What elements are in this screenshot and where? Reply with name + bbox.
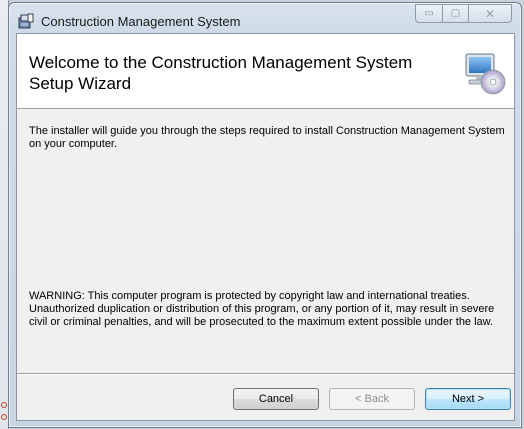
next-button[interactable]: Next >	[425, 388, 511, 410]
cancel-button[interactable]: Cancel	[233, 388, 319, 410]
installer-app-icon	[18, 13, 34, 29]
window-title: Construction Management System	[41, 14, 241, 29]
wizard-title: Welcome to the Construction Management S…	[29, 53, 413, 93]
copyright-warning-text: WARNING: This computer program is protec…	[29, 290, 495, 328]
back-button[interactable]: < Back	[329, 388, 415, 410]
maximize-button[interactable]: ▢	[442, 4, 468, 23]
wizard-banner: Welcome to the Construction Management S…	[17, 34, 514, 109]
minimize-icon: ▭	[424, 8, 434, 19]
minimize-button[interactable]: ▭	[415, 4, 442, 23]
desktop-item-icon	[1, 402, 7, 408]
close-button[interactable]: ✕	[468, 4, 512, 23]
close-icon: ✕	[484, 6, 496, 21]
caption-buttons: ▭ ▢ ✕	[415, 4, 515, 24]
wizard-client-area: Welcome to the Construction Management S…	[16, 33, 515, 421]
installer-window: Construction Management System ▭ ▢ ✕ Wel…	[8, 2, 522, 428]
footer-separator	[17, 373, 514, 375]
desktop-item-icon	[1, 414, 7, 420]
title-bar[interactable]: Construction Management System ▭ ▢ ✕	[9, 3, 521, 33]
computer-with-cd-icon	[465, 53, 506, 95]
intro-text: The installer will guide you through the…	[29, 125, 505, 150]
maximize-icon: ▢	[450, 8, 461, 19]
